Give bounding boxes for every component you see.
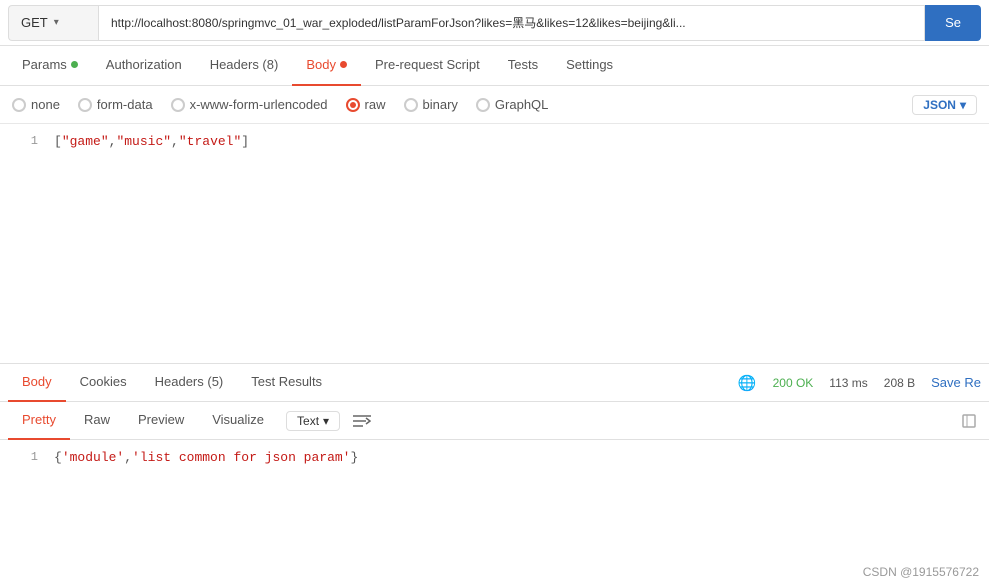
response-actions bbox=[957, 409, 981, 433]
resp-body-tab-visualize[interactable]: Visualize bbox=[198, 402, 278, 440]
resp-str-module: 'module' bbox=[62, 450, 124, 465]
tab-headers-label: Headers (8) bbox=[210, 57, 279, 72]
radio-binary-circle bbox=[404, 98, 418, 112]
radio-none[interactable]: none bbox=[12, 97, 60, 112]
response-meta: 🌐 200 OK 113 ms 208 B Save Re bbox=[738, 374, 981, 392]
bracket-close: ] bbox=[241, 134, 249, 149]
body-options: none form-data x-www-form-urlencoded raw… bbox=[0, 86, 989, 124]
response-code-area: 1 {'module','list common for json param'… bbox=[0, 440, 989, 475]
tab-headers[interactable]: Headers (8) bbox=[196, 46, 293, 86]
radio-none-label: none bbox=[31, 97, 60, 112]
method-chevron-icon: ▾ bbox=[54, 17, 59, 28]
method-select[interactable]: GET ▾ bbox=[8, 5, 98, 41]
str-game: "game" bbox=[62, 134, 109, 149]
resp-tab-headers-label: Headers (5) bbox=[155, 374, 224, 389]
tab-settings[interactable]: Settings bbox=[552, 46, 627, 86]
resp-code-line-1: 1 {'module','list common for json param'… bbox=[0, 450, 989, 465]
tab-authorization[interactable]: Authorization bbox=[92, 46, 196, 86]
resp-code-content-1: {'module','list common for json param'} bbox=[54, 450, 358, 465]
resp-tab-test-results[interactable]: Test Results bbox=[237, 364, 336, 402]
code-content-1: ["game","music","travel"] bbox=[54, 134, 249, 149]
radio-binary-label: binary bbox=[423, 97, 458, 112]
save-response-button[interactable]: Save Re bbox=[931, 375, 981, 390]
resp-tab-body-label: Body bbox=[22, 374, 52, 389]
watermark: CSDN @1915576722 bbox=[863, 565, 979, 579]
text-format-select[interactable]: Text ▾ bbox=[286, 411, 340, 431]
wrap-lines-icon bbox=[353, 414, 371, 428]
resp-body-tab-pretty[interactable]: Pretty bbox=[8, 402, 70, 440]
radio-urlencoded-circle bbox=[171, 98, 185, 112]
response-status: 200 OK bbox=[773, 376, 814, 390]
str-music: "music" bbox=[116, 134, 171, 149]
resp-line-num-1: 1 bbox=[8, 450, 38, 464]
response-body-tabs: Pretty Raw Preview Visualize Text ▾ bbox=[0, 402, 989, 440]
resp-body-tab-preview[interactable]: Preview bbox=[124, 402, 198, 440]
radio-binary[interactable]: binary bbox=[404, 97, 458, 112]
resp-tab-test-results-label: Test Results bbox=[251, 374, 322, 389]
tab-authorization-label: Authorization bbox=[106, 57, 182, 72]
bracket-open: [ bbox=[54, 134, 62, 149]
params-dot bbox=[71, 61, 78, 68]
radio-graphql-label: GraphQL bbox=[495, 97, 548, 112]
resp-body-tab-raw[interactable]: Raw bbox=[70, 402, 124, 440]
tab-params[interactable]: Params bbox=[8, 46, 92, 86]
radio-form-data-label: form-data bbox=[97, 97, 153, 112]
url-input[interactable] bbox=[98, 5, 925, 41]
wrap-lines-button[interactable] bbox=[348, 407, 376, 435]
tab-tests-label: Tests bbox=[508, 57, 538, 72]
json-chevron-icon: ▾ bbox=[960, 98, 966, 112]
resp-body-tab-raw-label: Raw bbox=[84, 412, 110, 427]
resp-body-tab-preview-label: Preview bbox=[138, 412, 184, 427]
code-line-1: 1 ["game","music","travel"] bbox=[0, 134, 989, 149]
radio-form-data[interactable]: form-data bbox=[78, 97, 153, 112]
send-button[interactable]: Se bbox=[925, 5, 981, 41]
expand-button[interactable] bbox=[957, 409, 981, 433]
tab-pre-request-script[interactable]: Pre-request Script bbox=[361, 46, 494, 86]
radio-raw-label: raw bbox=[365, 97, 386, 112]
radio-graphql-circle bbox=[476, 98, 490, 112]
body-dot bbox=[340, 61, 347, 68]
globe-icon: 🌐 bbox=[738, 374, 757, 392]
resp-brace-close: } bbox=[350, 450, 358, 465]
radio-raw[interactable]: raw bbox=[346, 97, 386, 112]
resp-body-tab-pretty-label: Pretty bbox=[22, 412, 56, 427]
tab-tests[interactable]: Tests bbox=[494, 46, 552, 86]
resp-tab-body[interactable]: Body bbox=[8, 364, 66, 402]
json-format-select[interactable]: JSON ▾ bbox=[912, 95, 977, 115]
tab-settings-label: Settings bbox=[566, 57, 613, 72]
request-tabs: Params Authorization Headers (8) Body Pr… bbox=[0, 46, 989, 86]
json-badge-label: JSON bbox=[923, 98, 956, 112]
radio-raw-circle bbox=[346, 98, 360, 112]
text-format-label: Text bbox=[297, 414, 319, 428]
response-tabs: Body Cookies Headers (5) Test Results 🌐 … bbox=[0, 364, 989, 402]
str-travel: "travel" bbox=[179, 134, 241, 149]
resp-brace-open: { bbox=[54, 450, 62, 465]
method-label: GET bbox=[21, 15, 48, 30]
request-editor[interactable]: 1 ["game","music","travel"] bbox=[0, 124, 989, 364]
radio-urlencoded-label: x-www-form-urlencoded bbox=[190, 97, 328, 112]
radio-form-data-circle bbox=[78, 98, 92, 112]
tab-body[interactable]: Body bbox=[292, 46, 361, 86]
tab-pre-request-label: Pre-request Script bbox=[375, 57, 480, 72]
resp-tab-cookies[interactable]: Cookies bbox=[66, 364, 141, 402]
radio-graphql[interactable]: GraphQL bbox=[476, 97, 548, 112]
resp-comma: , bbox=[124, 450, 132, 465]
line-number-1: 1 bbox=[8, 134, 38, 148]
response-section: Body Cookies Headers (5) Test Results 🌐 … bbox=[0, 364, 989, 475]
resp-tab-cookies-label: Cookies bbox=[80, 374, 127, 389]
comma-2: , bbox=[171, 134, 179, 149]
tab-body-label: Body bbox=[306, 57, 336, 72]
radio-urlencoded[interactable]: x-www-form-urlencoded bbox=[171, 97, 328, 112]
resp-str-list: 'list common for json param' bbox=[132, 450, 350, 465]
resp-tab-headers[interactable]: Headers (5) bbox=[141, 364, 238, 402]
radio-none-circle bbox=[12, 98, 26, 112]
url-bar: GET ▾ Se bbox=[0, 0, 989, 46]
text-chevron-icon: ▾ bbox=[323, 414, 329, 428]
response-size: 208 B bbox=[884, 376, 915, 390]
response-time: 113 ms bbox=[829, 376, 867, 390]
resp-body-tab-visualize-label: Visualize bbox=[212, 412, 264, 427]
tab-params-label: Params bbox=[22, 57, 67, 72]
expand-icon bbox=[962, 414, 976, 428]
